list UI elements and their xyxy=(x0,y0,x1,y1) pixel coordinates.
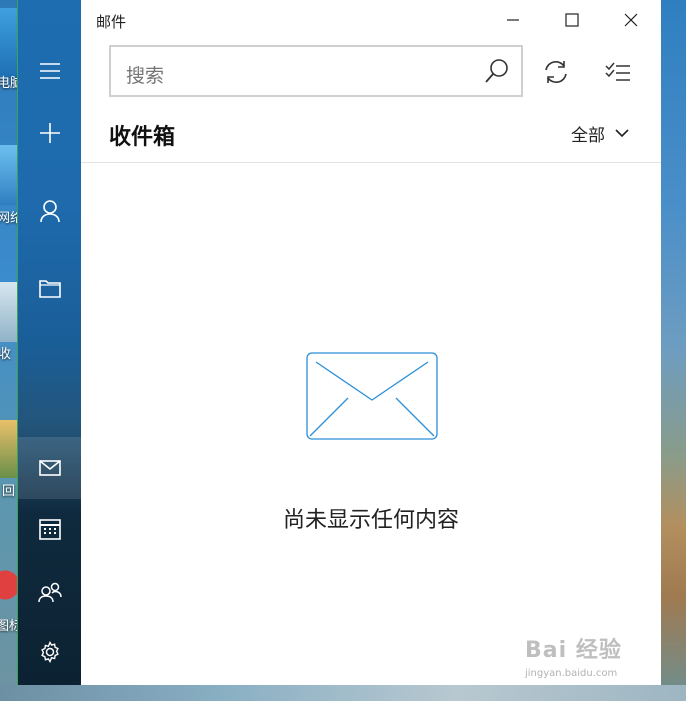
desktop-label: 回 xyxy=(2,484,16,499)
select-mode-icon xyxy=(605,62,630,81)
desktop-label: 电脑 xyxy=(0,76,18,91)
desktop-label: 收 xyxy=(0,347,12,362)
calendar-icon xyxy=(38,519,61,540)
header-divider xyxy=(81,162,661,163)
gear-icon xyxy=(40,641,59,663)
empty-envelope-icon xyxy=(306,352,438,440)
folder-title: 收件箱 xyxy=(109,125,176,150)
desktop-icon-app[interactable] xyxy=(0,563,18,608)
desktop-right-strip xyxy=(661,0,686,701)
desktop-icon-computer[interactable] xyxy=(0,8,18,78)
person-icon xyxy=(39,200,60,223)
close-button[interactable] xyxy=(602,0,660,40)
search-icon xyxy=(485,59,508,83)
minimize-icon xyxy=(507,19,519,21)
plus-icon xyxy=(39,123,60,143)
app-title: 邮件 xyxy=(96,13,127,31)
desktop-label: 网络 xyxy=(0,211,18,226)
mail-icon xyxy=(38,460,61,476)
main-content: 邮件 搜索 收件箱 全部 尚未显示任何内容 xyxy=(81,0,661,685)
close-icon xyxy=(624,13,638,27)
filter-label: 全部 xyxy=(571,126,605,146)
watermark: Bai 经验 xyxy=(525,638,622,663)
settings-button[interactable] xyxy=(18,622,81,682)
sync-button[interactable] xyxy=(536,52,576,92)
mail-window: 邮件 搜索 收件箱 全部 尚未显示任何内容 xyxy=(17,0,661,685)
selection-mode-button[interactable] xyxy=(598,52,638,92)
desktop-bottom-strip xyxy=(0,685,686,701)
people-app-button[interactable] xyxy=(18,562,81,622)
search-button[interactable] xyxy=(483,57,511,85)
minimize-button[interactable] xyxy=(484,0,542,40)
desktop-icon-recycle[interactable] xyxy=(0,282,18,342)
hamburger-icon xyxy=(39,63,60,79)
maximize-button[interactable] xyxy=(543,0,601,40)
search-input[interactable]: 搜索 xyxy=(126,61,164,88)
desktop-left-strip: 电脑 网络 收 回 图标 xyxy=(0,0,18,701)
sidebar xyxy=(18,0,81,685)
maximize-icon xyxy=(565,13,579,27)
mail-app-button[interactable] xyxy=(18,437,81,499)
people-icon xyxy=(37,582,62,603)
sidebar-menu-button[interactable] xyxy=(18,41,81,101)
sync-icon xyxy=(545,61,567,83)
folders-button[interactable] xyxy=(18,258,81,318)
new-mail-button[interactable] xyxy=(18,103,81,163)
watermark-sub: jingyan.baidu.com xyxy=(525,668,618,679)
filter-dropdown[interactable]: 全部 xyxy=(571,121,629,146)
desktop-icon-network[interactable] xyxy=(0,145,18,205)
folder-icon xyxy=(38,280,61,298)
title-bar: 邮件 xyxy=(81,0,661,40)
desktop-label: 图标 xyxy=(0,619,18,634)
empty-state-message: 尚未显示任何内容 xyxy=(282,508,459,533)
desktop-icon-user[interactable] xyxy=(0,420,18,478)
search-box[interactable]: 搜索 xyxy=(109,45,523,97)
calendar-app-button[interactable] xyxy=(18,499,81,559)
accounts-button[interactable] xyxy=(18,181,81,241)
chevron-down-icon xyxy=(615,129,629,138)
